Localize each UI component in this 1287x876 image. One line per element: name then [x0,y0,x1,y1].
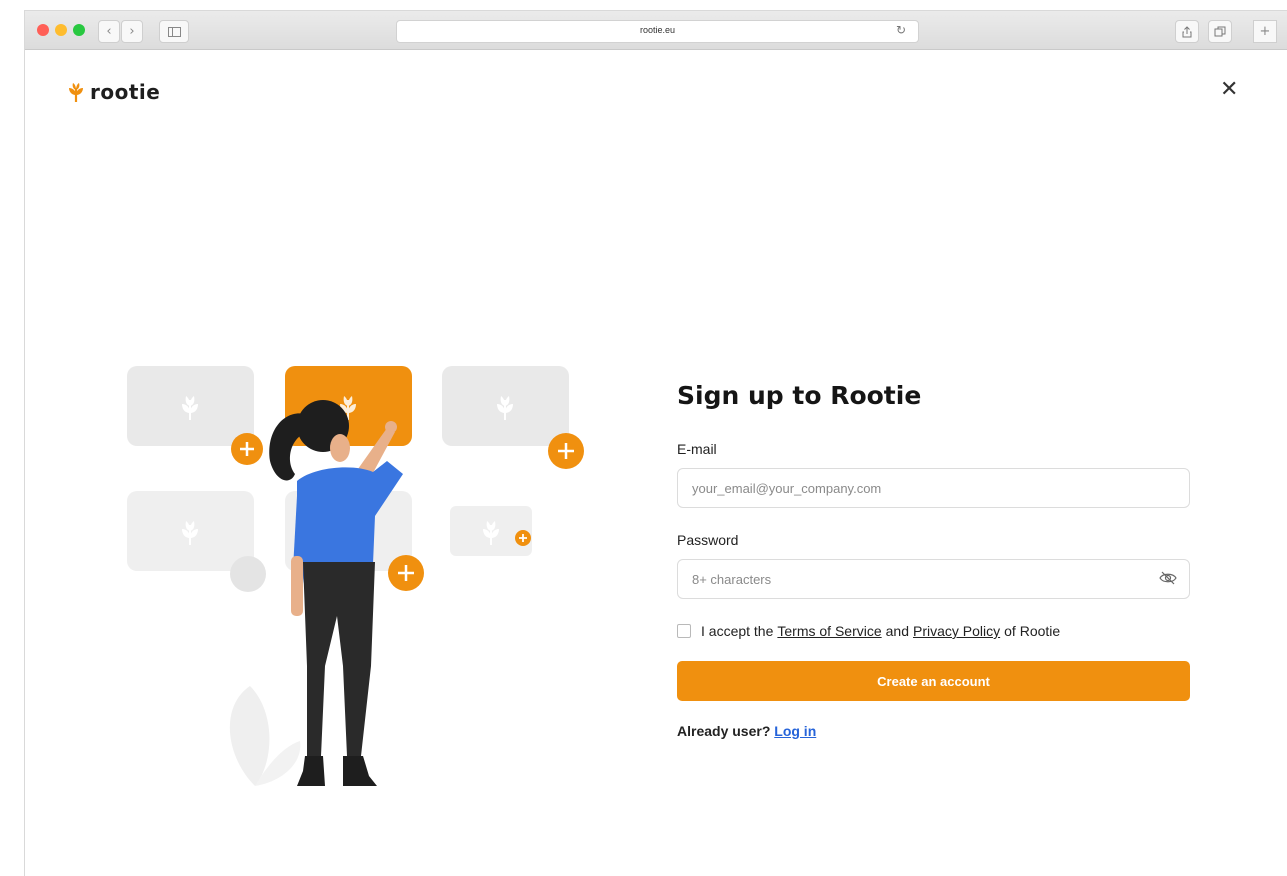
plus-icon: + [1259,24,1271,39]
brand-name: rootie [90,80,161,104]
email-label: E-mail [677,441,717,457]
wheat-icon [69,83,83,102]
email-field[interactable] [678,469,1189,507]
terms-prefix: I accept the [701,623,774,639]
already-user-text: Already user? [677,723,771,739]
tabs-icon [1214,26,1226,37]
privacy-policy-link[interactable]: Privacy Policy [913,623,1000,639]
chevron-left-icon: ‹ [106,24,112,39]
forward-button[interactable]: › [121,20,143,43]
brand-logo[interactable]: rootie [66,80,160,104]
password-label: Password [677,532,739,548]
back-button[interactable]: ‹ [98,20,120,43]
page-title: Sign up to Rootie [677,381,922,410]
window-maximize-button[interactable] [73,24,85,36]
sidebar-button[interactable] [159,20,189,43]
terms-row: I accept the Terms of Service and Privac… [677,623,1190,639]
terms-of-service-link[interactable]: Terms of Service [777,623,881,639]
terms-checkbox[interactable] [677,624,691,638]
signup-form: Sign up to Rootie E-mail Password I acce… [677,381,1190,739]
sidebar-icon [167,26,181,37]
close-icon: ✕ [1220,77,1239,102]
address-bar-url: rootie.eu [639,25,676,35]
share-icon [1182,25,1192,37]
chevron-right-icon: › [129,24,135,39]
close-button[interactable]: ✕ [1220,77,1238,102]
signup-illustration [127,366,584,786]
address-bar[interactable]: rootie.eu ↻ [396,20,919,43]
already-user-row: Already user? Log in [677,723,1190,739]
share-button[interactable] [1175,20,1199,43]
password-field[interactable] [678,560,1189,598]
browser-window: ‹ › rootie.eu ↻ + rootie ✕ Sign up to Ro… [24,10,1287,876]
terms-and: and [885,623,909,639]
new-tab-button[interactable]: + [1253,20,1277,43]
password-field-wrapper [677,559,1190,599]
reload-icon[interactable]: ↻ [896,23,906,37]
create-account-button[interactable]: Create an account [677,661,1190,701]
window-close-button[interactable] [37,24,49,36]
eye-off-icon[interactable] [1159,570,1177,586]
email-field-wrapper [677,468,1190,508]
window-minimize-button[interactable] [55,24,67,36]
login-link[interactable]: Log in [774,723,816,739]
browser-titlebar: ‹ › rootie.eu ↻ + [25,11,1287,50]
tabs-button[interactable] [1208,20,1232,43]
terms-suffix: of Rootie [1004,623,1061,639]
